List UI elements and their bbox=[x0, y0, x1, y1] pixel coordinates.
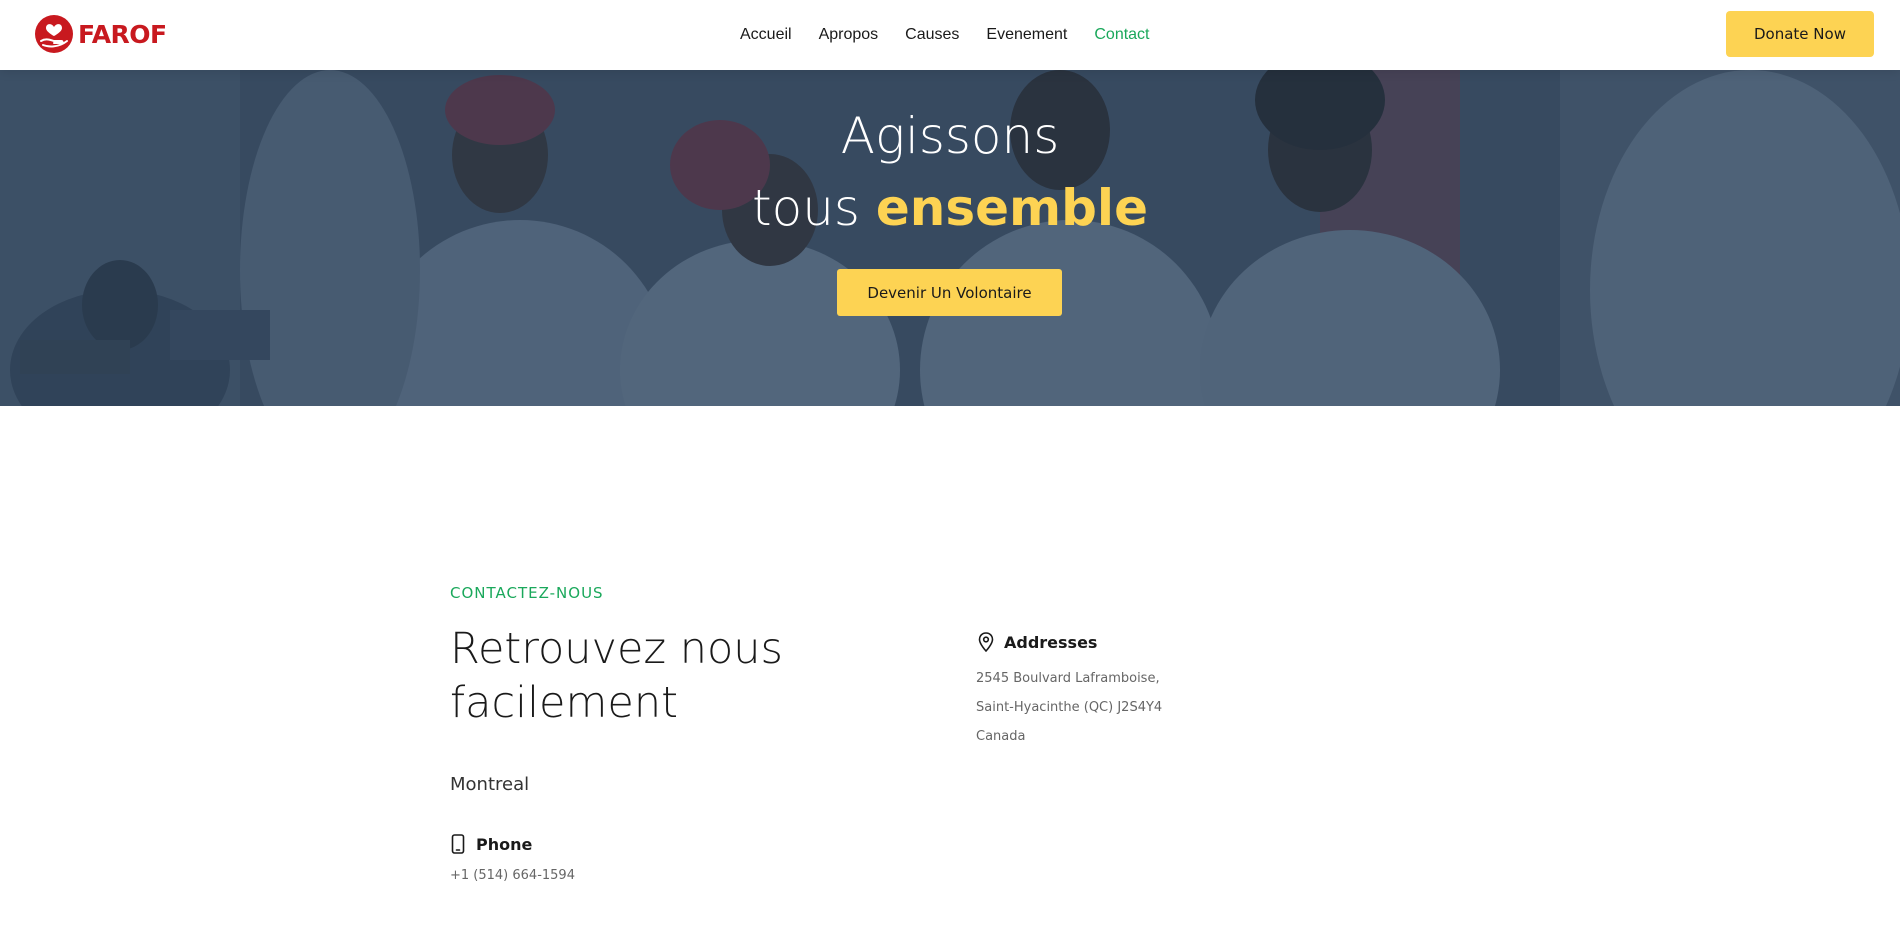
phone-heading: Phone bbox=[450, 834, 532, 854]
address-line: 2545 Boulvard Laframboise, bbox=[976, 671, 1160, 686]
nav-causes[interactable]: Causes bbox=[905, 26, 959, 43]
nav-contact[interactable]: Contact bbox=[1094, 26, 1149, 43]
address-heading: Addresses bbox=[978, 632, 1097, 652]
phone-label: Phone bbox=[476, 834, 533, 854]
contact-eyebrow: CONTACTEZ-NOUS bbox=[450, 584, 604, 602]
hero-title-line1: Agissons bbox=[840, 107, 1060, 165]
contact-title: Retrouvez nous facilement bbox=[450, 624, 783, 728]
contact-city: Montreal bbox=[450, 774, 530, 795]
become-volunteer-button[interactable]: Devenir Un Volontaire bbox=[837, 269, 1062, 316]
nav-evenement[interactable]: Evenement bbox=[986, 26, 1067, 43]
address-line: Canada bbox=[976, 729, 1026, 744]
logo-text: FAROF bbox=[78, 19, 167, 49]
nav-apropos[interactable]: Apropos bbox=[819, 26, 879, 43]
main-nav: Accueil Apropos Causes Evenement Contact bbox=[740, 24, 1150, 44]
nav-accueil[interactable]: Accueil bbox=[740, 26, 792, 43]
address-line: Saint-Hyacinthe (QC) J2S4Y4 bbox=[976, 700, 1163, 715]
address-label: Addresses bbox=[1004, 632, 1098, 652]
donate-now-button[interactable]: Donate Now bbox=[1726, 11, 1874, 57]
smartphone-icon bbox=[450, 834, 466, 854]
address-lines: 2545 Boulvard Laframboise, Saint-Hyacint… bbox=[976, 664, 1162, 751]
hero-banner: Agissons tous ensemble Devenir Un Volont… bbox=[0, 70, 1900, 406]
site-logo[interactable]: FAROF bbox=[34, 13, 167, 55]
phone-number-link[interactable]: +1 (514) 664-1594 bbox=[450, 868, 575, 883]
hero-title-plain: tous bbox=[752, 179, 860, 237]
site-header: FAROF Accueil Apropos Causes Evenement C… bbox=[0, 0, 1900, 70]
hero-title: Agissons tous ensemble bbox=[0, 100, 1900, 244]
hero-title-highlight: ensemble bbox=[875, 179, 1148, 237]
map-pin-icon bbox=[978, 632, 994, 652]
heart-hand-icon bbox=[34, 14, 74, 54]
